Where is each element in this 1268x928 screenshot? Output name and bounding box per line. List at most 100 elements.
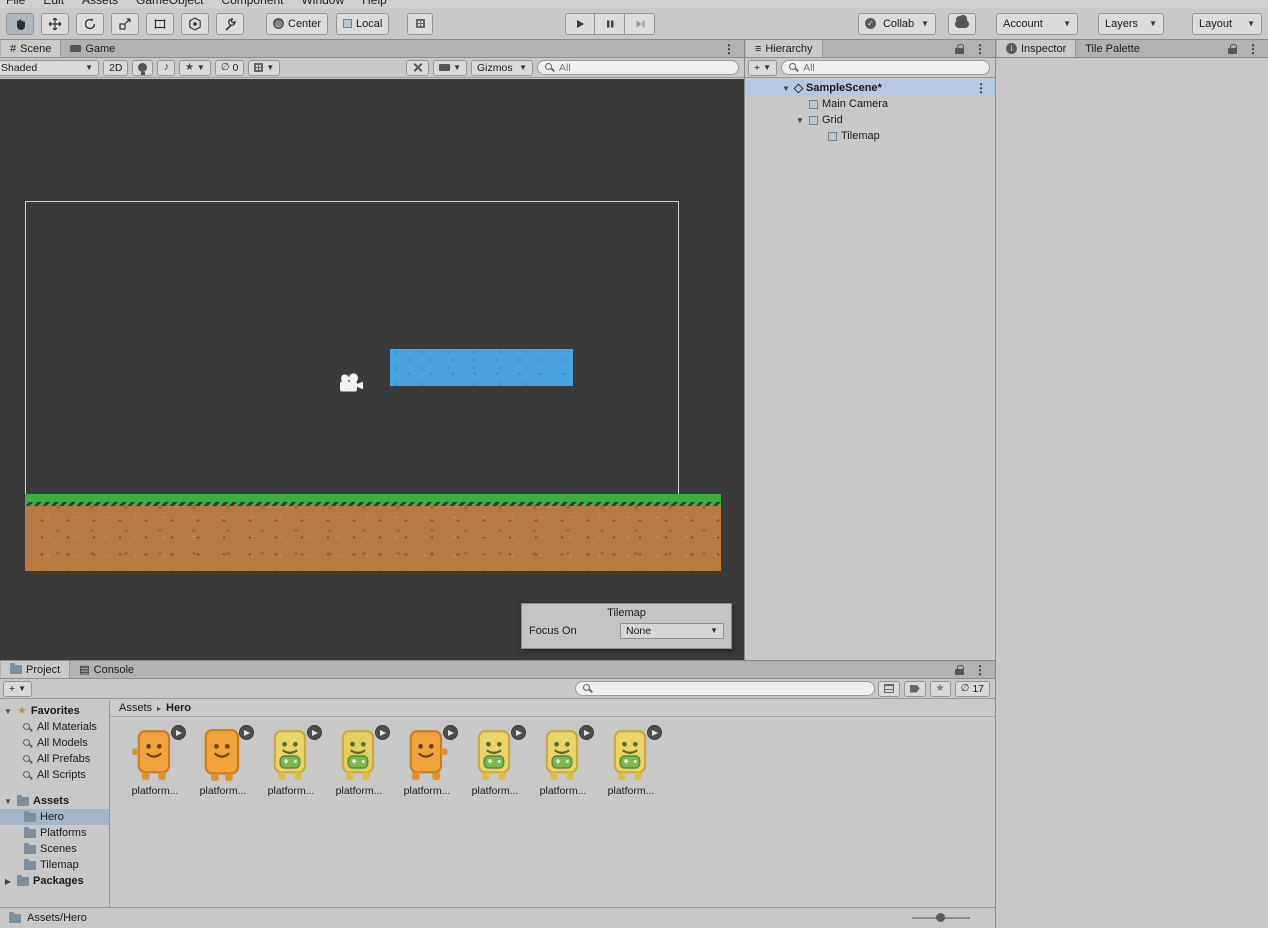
expand-triangle-icon[interactable]: ▼: [3, 707, 13, 716]
breadcrumb-assets[interactable]: Assets: [119, 702, 152, 714]
custom-tool-button[interactable]: [216, 12, 244, 35]
asset-item[interactable]: platform...: [531, 725, 595, 797]
menu-gameobject[interactable]: GameObject: [136, 0, 203, 7]
hierarchy-item-main-camera[interactable]: Main Camera: [745, 96, 995, 112]
tab-game[interactable]: Game: [61, 40, 124, 57]
ground-tilemap[interactable]: [25, 494, 721, 571]
lock-icon[interactable]: [1228, 43, 1237, 54]
asset-item[interactable]: platform...: [395, 725, 459, 797]
animation-play-badge[interactable]: [171, 725, 186, 740]
animation-play-badge[interactable]: [647, 725, 662, 740]
folder-hero[interactable]: Hero: [0, 809, 109, 825]
animation-play-badge[interactable]: [443, 725, 458, 740]
rotate-tool-button[interactable]: [76, 12, 104, 35]
favorite-all-materials[interactable]: All Materials: [0, 719, 109, 735]
expand-triangle-icon[interactable]: ▼: [781, 84, 791, 93]
hierarchy-item-grid[interactable]: ▼ Grid: [745, 112, 995, 128]
scene-viewport[interactable]: Tilemap Focus On None ▼: [0, 79, 744, 660]
hand-tool-button[interactable]: [6, 12, 34, 35]
inspector-menu-icon[interactable]: ⋮: [1243, 42, 1263, 56]
favorite-all-scripts[interactable]: All Scripts: [0, 767, 109, 783]
layers-dropdown[interactable]: Layers ▼: [1098, 12, 1164, 35]
tab-project[interactable]: Project: [1, 661, 71, 678]
tab-console[interactable]: ▤ Console: [70, 661, 143, 678]
animation-play-badge[interactable]: [579, 725, 594, 740]
save-search-button[interactable]: ★: [929, 680, 951, 697]
hierarchy-item-tilemap[interactable]: Tilemap: [745, 128, 995, 144]
hierarchy-item-samplescene[interactable]: ▼ SampleScene* ⋮: [745, 80, 995, 96]
hidden-packages-toggle[interactable]: ∅ 17: [954, 680, 990, 697]
lock-icon[interactable]: [955, 43, 964, 54]
menu-window[interactable]: Window: [301, 0, 344, 7]
folder-platforms[interactable]: Platforms: [0, 825, 109, 841]
pause-button[interactable]: [595, 13, 625, 35]
scene-lighting-button[interactable]: [132, 59, 154, 76]
focus-on-dropdown[interactable]: None ▼: [620, 623, 724, 639]
search-by-label-button[interactable]: [903, 680, 926, 697]
project-search[interactable]: [575, 681, 875, 696]
slider-knob[interactable]: [936, 913, 945, 922]
scene-camera-dropdown[interactable]: ▼: [433, 59, 467, 76]
asset-item[interactable]: platform...: [327, 725, 391, 797]
space-toggle-button[interactable]: Local: [336, 12, 390, 35]
scene-options-icon[interactable]: ⋮: [971, 81, 991, 95]
hierarchy-search-input[interactable]: [803, 61, 983, 74]
grid-visual-dropdown[interactable]: ▼: [248, 59, 281, 76]
cloud-button[interactable]: [948, 12, 976, 35]
menu-component[interactable]: Component: [221, 0, 283, 7]
editor-tools-button[interactable]: [406, 59, 430, 76]
favorites-root[interactable]: ▼ ★ Favorites: [0, 703, 109, 719]
asset-item[interactable]: platform...: [259, 725, 323, 797]
menu-help[interactable]: Help: [362, 0, 387, 7]
tab-inspector[interactable]: i Inspector: [997, 40, 1077, 57]
menu-assets[interactable]: Assets: [82, 0, 118, 7]
tab-scene[interactable]: # Scene: [1, 40, 62, 57]
2d-toggle-button[interactable]: 2D: [103, 59, 129, 76]
scene-search[interactable]: [537, 60, 739, 75]
gizmos-dropdown[interactable]: Gizmos ▼: [471, 59, 533, 76]
camera-gizmo-icon[interactable]: [336, 373, 364, 395]
scale-tool-button[interactable]: [111, 12, 139, 35]
search-by-type-button[interactable]: [877, 680, 900, 697]
snap-toggle-button[interactable]: [407, 12, 434, 35]
shading-mode-dropdown[interactable]: Shaded ▼: [0, 59, 99, 76]
scene-effects-dropdown[interactable]: ★ ▼: [178, 59, 211, 76]
asset-item[interactable]: platform...: [599, 725, 663, 797]
assets-root-folder[interactable]: ▼ Assets: [0, 793, 109, 809]
hierarchy-search[interactable]: [781, 60, 990, 75]
project-menu-icon[interactable]: ⋮: [970, 663, 990, 677]
asset-item[interactable]: platform...: [123, 725, 187, 797]
step-button[interactable]: [625, 13, 655, 35]
expand-triangle-icon[interactable]: ▼: [795, 116, 805, 125]
animation-play-badge[interactable]: [307, 725, 322, 740]
breadcrumb-current[interactable]: Hero: [166, 702, 191, 714]
animation-play-badge[interactable]: [375, 725, 390, 740]
hierarchy-create-dropdown[interactable]: + ▼: [748, 59, 778, 76]
folder-scenes[interactable]: Scenes: [0, 841, 109, 857]
folder-tilemap[interactable]: Tilemap: [0, 857, 109, 873]
asset-item[interactable]: platform...: [463, 725, 527, 797]
animation-play-badge[interactable]: [239, 725, 254, 740]
packages-root[interactable]: ▶ Packages: [0, 873, 109, 889]
transform-tool-button[interactable]: [181, 12, 209, 35]
scene-visibility-button[interactable]: ∅ 0: [214, 59, 245, 76]
pivot-toggle-button[interactable]: ◎ Center: [266, 12, 329, 35]
blue-platform-sprite[interactable]: [390, 349, 573, 386]
scene-search-input[interactable]: [559, 61, 732, 74]
menu-edit[interactable]: Edit: [43, 0, 64, 7]
scene-panel-menu-icon[interactable]: ⋮: [719, 42, 739, 56]
collapse-triangle-icon[interactable]: ▶: [3, 877, 13, 886]
hierarchy-menu-icon[interactable]: ⋮: [970, 42, 990, 56]
play-button[interactable]: [565, 13, 595, 35]
favorite-all-models[interactable]: All Models: [0, 735, 109, 751]
favorite-all-prefabs[interactable]: All Prefabs: [0, 751, 109, 767]
project-create-dropdown[interactable]: + ▼: [3, 680, 33, 697]
lock-icon[interactable]: [955, 664, 964, 675]
account-dropdown[interactable]: Account ▼: [996, 12, 1078, 35]
rect-tool-button[interactable]: [146, 12, 174, 35]
expand-triangle-icon[interactable]: ▼: [3, 797, 13, 806]
move-tool-button[interactable]: [41, 12, 69, 35]
asset-item[interactable]: platform...: [191, 725, 255, 797]
scene-audio-button[interactable]: ♪: [157, 59, 175, 76]
menu-file[interactable]: File: [6, 0, 25, 7]
